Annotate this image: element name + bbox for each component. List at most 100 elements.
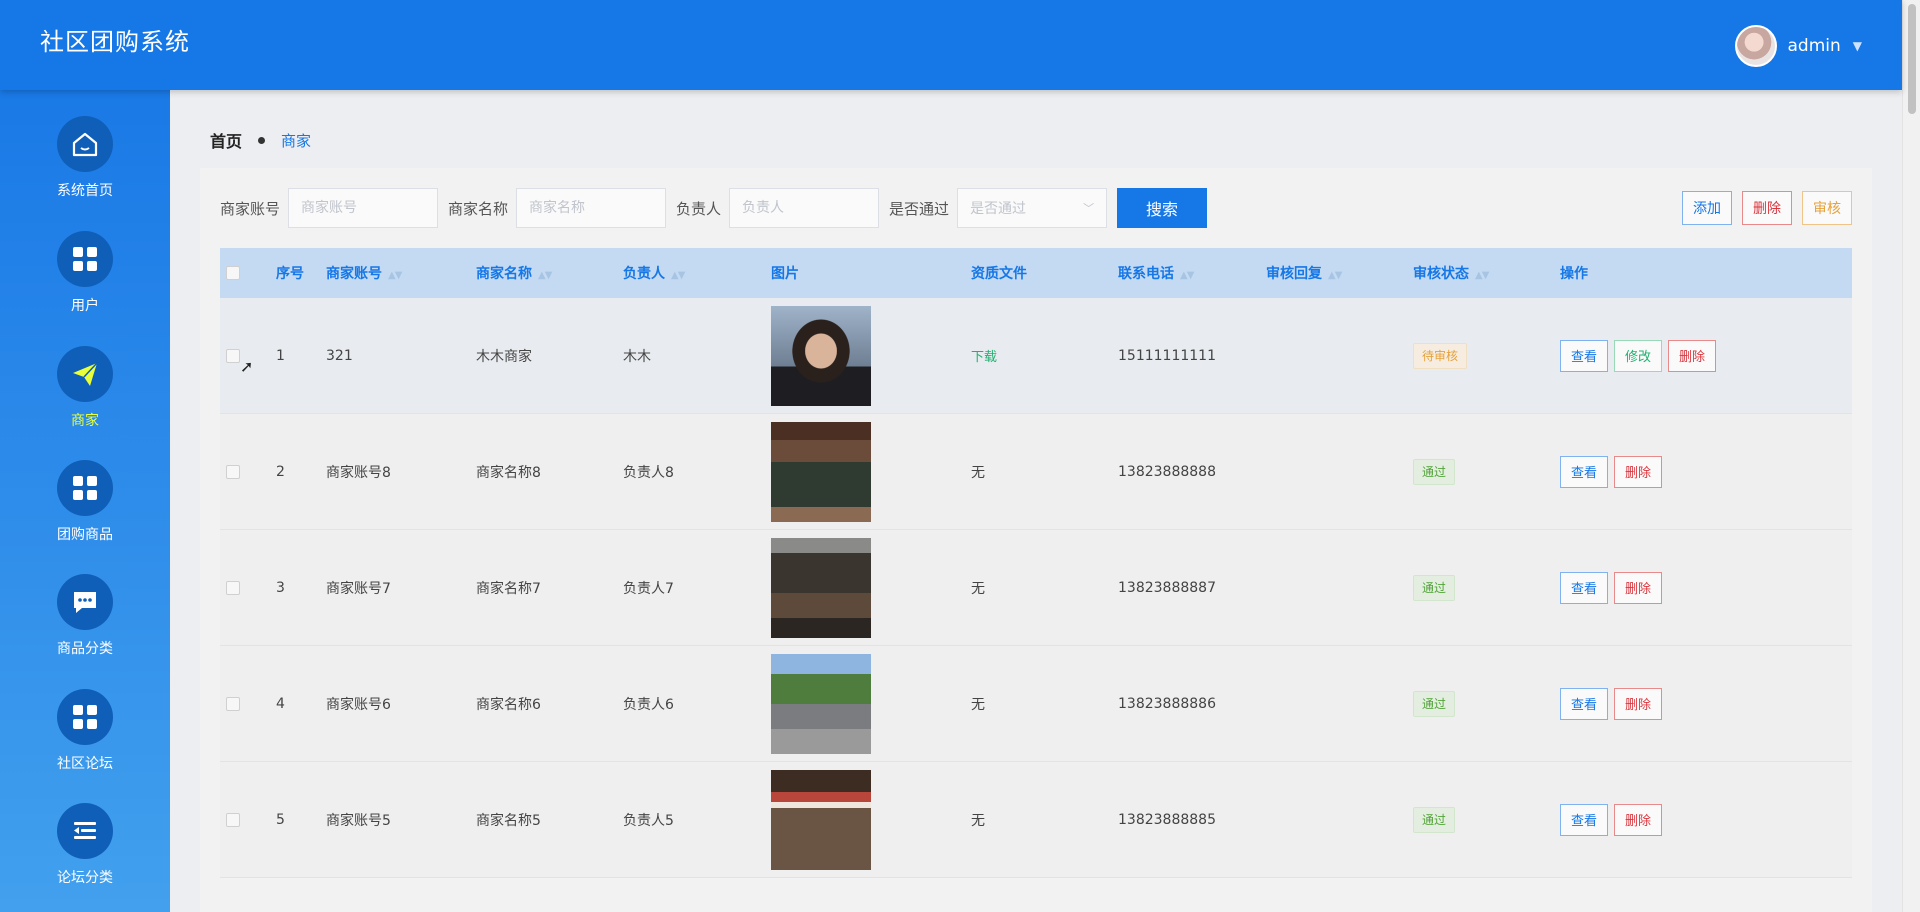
- cell-account: 商家账号6: [326, 696, 391, 713]
- name-search-input[interactable]: [516, 188, 667, 228]
- view-button[interactable]: 查看: [1560, 571, 1609, 604]
- delete-button[interactable]: 删除: [1614, 571, 1663, 604]
- header-account[interactable]: 商家账号 ▲▼: [326, 263, 476, 283]
- user-name[interactable]: admin: [1787, 36, 1840, 56]
- breadcrumb-home[interactable]: 首页: [210, 128, 242, 152]
- row-checkbox[interactable]: [226, 348, 240, 363]
- header-doc: 资质文件: [971, 266, 1027, 282]
- merchant-image[interactable]: [771, 537, 871, 638]
- cell-index: 4: [276, 695, 285, 712]
- status-badge: 通过: [1413, 458, 1456, 485]
- status-badge: 通过: [1413, 574, 1456, 601]
- caret-down-icon[interactable]: ▼: [1853, 39, 1862, 53]
- add-button[interactable]: 添加: [1682, 191, 1732, 225]
- delete-button[interactable]: 删除: [1614, 687, 1663, 720]
- cell-name: 木木商家: [476, 348, 532, 365]
- sidebar-item-merchant[interactable]: 商家: [0, 346, 170, 456]
- cell-doc: 无: [971, 464, 985, 481]
- header-label: 商家账号: [326, 266, 382, 282]
- table-row[interactable]: 4 商家账号6 商家名称6 负责人6 无 13823888886 通过 查看 删…: [220, 646, 1852, 762]
- row-checkbox[interactable]: [226, 696, 240, 711]
- cell-index: 2: [276, 463, 285, 480]
- header-name[interactable]: 商家名称 ▲▼: [476, 263, 623, 283]
- sort-icon[interactable]: ▲▼: [1180, 270, 1194, 281]
- view-button[interactable]: 查看: [1560, 455, 1609, 488]
- status-badge: 通过: [1413, 690, 1456, 717]
- download-link[interactable]: 下载: [971, 350, 997, 365]
- sidebar-item-group-goods[interactable]: 团购商品: [0, 460, 170, 570]
- person-search-input[interactable]: [729, 188, 880, 228]
- chat-icon: [57, 574, 113, 630]
- view-button[interactable]: 查看: [1560, 687, 1609, 720]
- cell-account: 商家账号8: [326, 464, 391, 481]
- merchant-image[interactable]: [771, 769, 871, 870]
- delete-button[interactable]: 删除: [1614, 803, 1663, 836]
- account-label: 商家账号: [220, 199, 281, 218]
- account-search-input[interactable]: [288, 188, 439, 228]
- name-label: 商家名称: [448, 199, 509, 218]
- delete-button[interactable]: 删除: [1668, 339, 1717, 372]
- grid-icon: [57, 231, 113, 287]
- cell-account: 商家账号5: [326, 812, 391, 829]
- cell-phone: 13823888886: [1118, 695, 1216, 712]
- view-button[interactable]: 查看: [1560, 803, 1609, 836]
- table-header: 序号 商家账号 ▲▼ 商家名称 ▲▼ 负责人 ▲▼ 图片 资质文件 联系电话 ▲▼ 审核…: [220, 248, 1852, 298]
- search-bar: 商家账号 商家名称 负责人 是否通过 是否通过 ﹀ 搜索: [220, 188, 1208, 228]
- action-buttons: 添加 删除 审核: [1682, 191, 1852, 225]
- table-row[interactable]: 2 商家账号8 商家名称8 负责人8 无 13823888888 通过 查看 删…: [220, 414, 1852, 530]
- grid-icon: [57, 460, 113, 516]
- header-status[interactable]: 审核状态 ▲▼: [1413, 263, 1560, 283]
- cell-phone: 13823888887: [1118, 579, 1216, 596]
- merchant-image[interactable]: [771, 421, 871, 522]
- grid-icon: [57, 689, 113, 745]
- search-button[interactable]: 搜索: [1117, 188, 1208, 228]
- row-checkbox[interactable]: [226, 464, 240, 479]
- table-row[interactable]: 5 商家账号5 商家名称5 负责人5 无 13823888885 通过 查看 删…: [220, 762, 1852, 878]
- sidebar-item-forum[interactable]: 社区论坛: [0, 689, 170, 799]
- review-button[interactable]: 审核: [1802, 191, 1852, 225]
- view-button[interactable]: 查看: [1560, 339, 1609, 372]
- sort-icon[interactable]: ▲▼: [1328, 270, 1342, 281]
- select-all-checkbox[interactable]: [226, 266, 240, 280]
- header-index: 序号: [276, 266, 304, 282]
- row-checkbox[interactable]: [226, 580, 240, 595]
- header-reply[interactable]: 审核回复 ▲▼: [1266, 263, 1413, 283]
- sidebar-item-label: 论坛分类: [57, 870, 113, 886]
- sidebar-item-home[interactable]: 系统首页: [0, 116, 170, 226]
- cell-name: 商家名称6: [476, 696, 541, 713]
- cell-index: 3: [276, 579, 285, 596]
- sidebar-item-users[interactable]: 用户: [0, 231, 170, 341]
- pass-label: 是否通过: [889, 199, 950, 218]
- sidebar-item-goods-category[interactable]: 商品分类: [0, 574, 170, 684]
- batch-delete-button[interactable]: 删除: [1742, 191, 1792, 225]
- header-phone[interactable]: 联系电话 ▲▼: [1118, 263, 1266, 283]
- sidebar-item-forum-category[interactable]: 论坛分类: [0, 803, 170, 912]
- scroll-thumb[interactable]: [1908, 4, 1916, 114]
- user-menu[interactable]: admin ▼: [1735, 25, 1862, 67]
- cell-phone: 15111111111: [1118, 347, 1216, 364]
- sort-icon[interactable]: ▲▼: [671, 270, 685, 281]
- sidebar: 系统首页 用户 商家 团购商品 商品分类 社区论坛 论坛分类: [0, 90, 170, 912]
- sidebar-item-label: 社区论坛: [57, 756, 113, 772]
- merchant-image[interactable]: [771, 653, 871, 754]
- table-row[interactable]: 3 商家账号7 商家名称7 负责人7 无 13823888887 通过 查看 删…: [220, 530, 1852, 646]
- cell-phone: 13823888885: [1118, 811, 1216, 828]
- sort-icon[interactable]: ▲▼: [388, 270, 402, 281]
- table-row[interactable]: 1 321 木木商家 木木 下载 15111111111 待审核 查看 修改 删…: [220, 298, 1852, 414]
- row-checkbox[interactable]: [226, 812, 240, 827]
- cell-phone: 13823888888: [1118, 463, 1216, 480]
- sort-icon[interactable]: ▲▼: [538, 270, 552, 281]
- delete-button[interactable]: 删除: [1614, 455, 1663, 488]
- avatar[interactable]: [1735, 25, 1778, 67]
- merchant-image[interactable]: [771, 305, 871, 406]
- edit-button[interactable]: 修改: [1614, 339, 1663, 372]
- paper-plane-icon: [57, 346, 113, 402]
- header-person[interactable]: 负责人 ▲▼: [623, 263, 771, 283]
- sort-icon[interactable]: ▲▼: [1475, 270, 1489, 281]
- page-scrollbar[interactable]: [1902, 0, 1920, 912]
- status-badge: 通过: [1413, 806, 1456, 833]
- cell-person: 负责人7: [623, 580, 674, 597]
- pass-select[interactable]: 是否通过 ﹀: [957, 188, 1108, 228]
- cell-doc: 无: [971, 812, 985, 829]
- header-label: 审核回复: [1266, 266, 1322, 282]
